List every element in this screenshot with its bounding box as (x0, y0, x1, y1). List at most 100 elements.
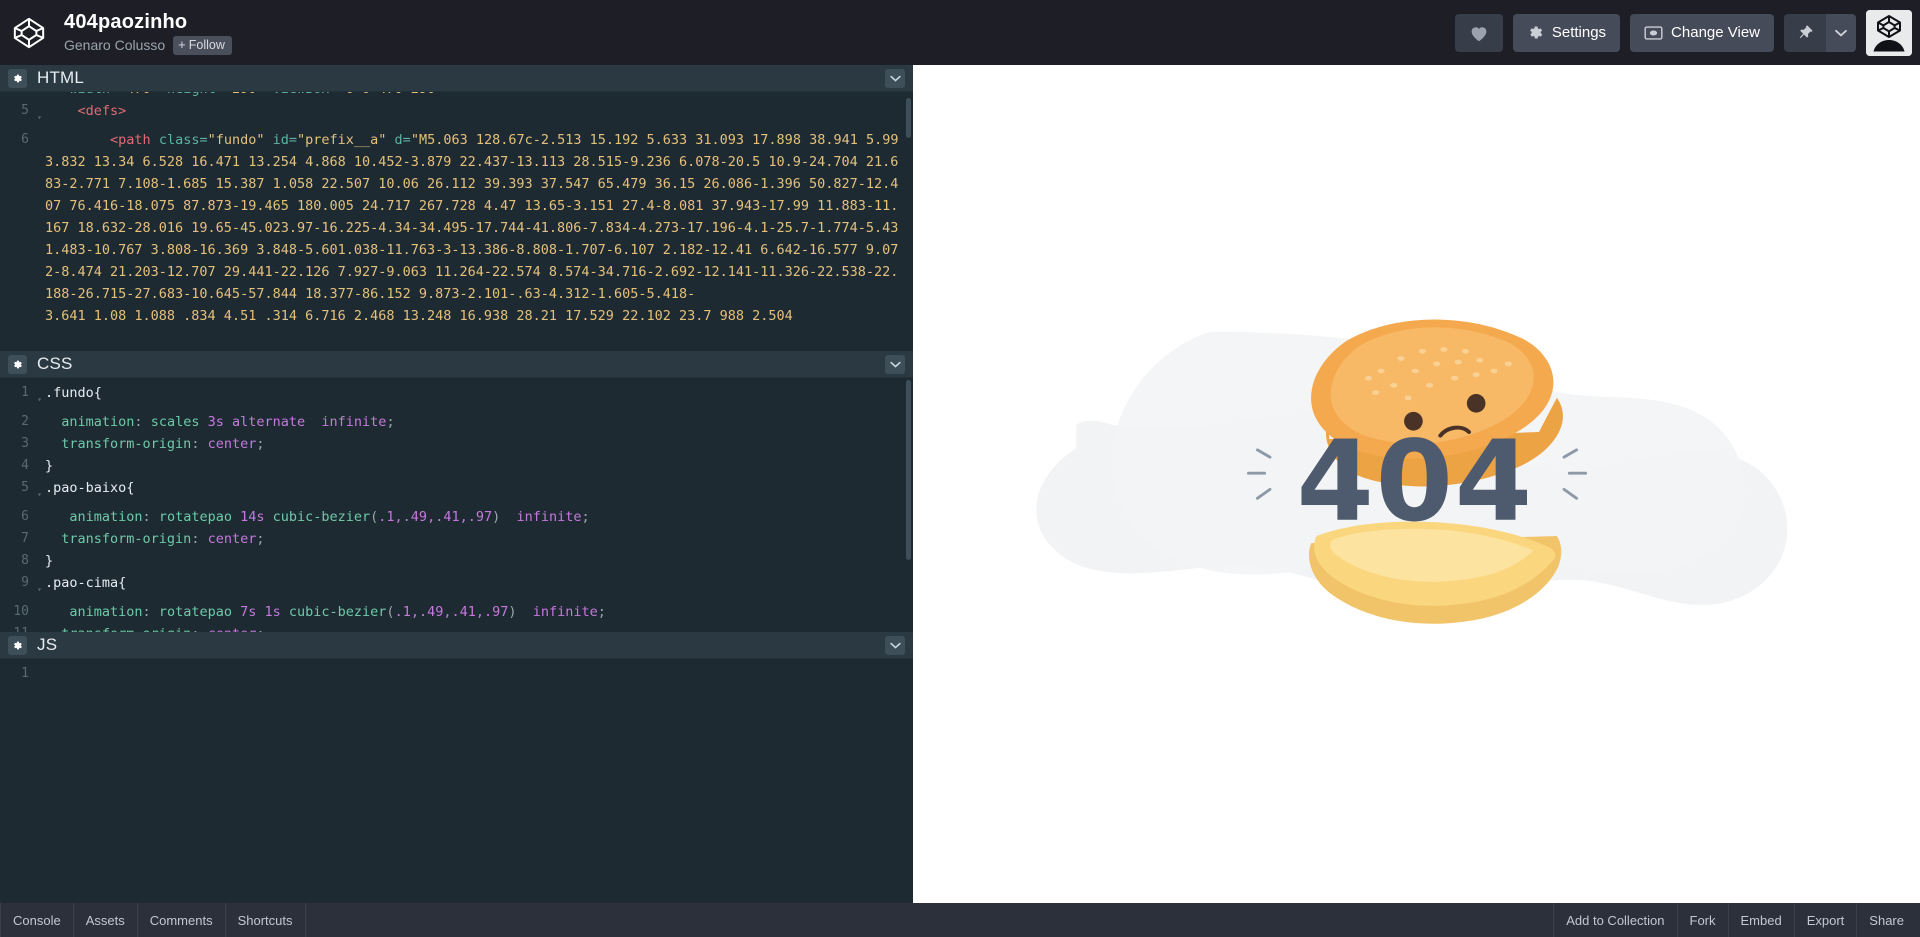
html-panel-header: HTML (0, 65, 913, 92)
js-collapse-button[interactable] (885, 636, 905, 655)
code-text: <path class="fundo" id="prefix__a" d="M5… (45, 129, 913, 305)
chevron-down-icon (1835, 29, 1847, 37)
code-text: transform-origin: center; (45, 433, 913, 455)
settings-button[interactable]: Settings (1513, 14, 1620, 52)
line-number: 6 (0, 129, 34, 151)
code-text: animation: rotatepao 7s 1s cubic-bezier(… (45, 601, 913, 623)
page-title: 404paozinho (64, 11, 232, 33)
html-code-area[interactable]: width="470" height="290" viewBox="0 0 47… (0, 92, 913, 351)
css-panel-title: CSS (37, 354, 73, 374)
bottom-bar-item-embed[interactable]: Embed (1728, 903, 1794, 937)
code-text: } (45, 550, 913, 572)
chevron-down-icon (890, 361, 901, 368)
pin-icon (1797, 24, 1814, 41)
line-number: 5 (0, 100, 34, 122)
js-panel: JS 1 (0, 632, 913, 903)
line-number: 8 (0, 550, 34, 572)
fold-toggle-icon[interactable]: ▾ (34, 100, 45, 129)
change-view-button[interactable]: Change View (1630, 14, 1774, 52)
html-scrollbar-thumb[interactable] (906, 98, 911, 138)
line-number: 7 (0, 528, 34, 550)
top-bar-actions: Settings Change View (1455, 10, 1920, 56)
pin-button[interactable] (1784, 14, 1826, 52)
fold-toggle-icon (34, 411, 45, 418)
fold-toggle-icon (34, 305, 45, 312)
avatar[interactable] (1866, 10, 1912, 56)
code-text: animation: scales 3s alternate infinite; (45, 411, 913, 433)
code-line: 10 animation: rotatepao 7s 1s cubic-bezi… (0, 601, 913, 623)
code-line: 3 transform-origin: center; (0, 433, 913, 455)
code-line: 2 animation: scales 3s alternate infinit… (0, 411, 913, 433)
css-scrollbar-thumb[interactable] (906, 380, 911, 560)
preview-pane[interactable]: 404 (913, 65, 1920, 903)
pen-meta: 404paozinho Genaro Colusso + Follow (64, 11, 232, 55)
code-text: .pao-cima{ (45, 572, 913, 594)
fold-toggle-icon (34, 433, 45, 440)
user-avatar-icon (1866, 10, 1912, 56)
fold-toggle-icon[interactable]: ▾ (34, 382, 45, 411)
codepen-logo-icon[interactable] (8, 12, 50, 54)
line-number: 1 (0, 382, 34, 404)
code-text: width="470" height="290" viewBox="0 0 47… (45, 92, 913, 100)
bottom-bar-item-console[interactable]: Console (0, 903, 74, 937)
code-line: 8} (0, 550, 913, 572)
fold-toggle-icon (34, 506, 45, 513)
line-number: 6 (0, 506, 34, 528)
fold-toggle-icon (34, 550, 45, 557)
bottom-bar-item-assets[interactable]: Assets (74, 903, 138, 937)
html-settings-gear-icon[interactable] (8, 69, 27, 88)
line-number: 1 (0, 663, 34, 685)
chevron-down-icon (890, 642, 901, 649)
fold-toggle-icon (34, 528, 45, 535)
code-text: 3.641 1.08 1.088 .834 4.51 .314 6.716 2.… (45, 305, 913, 327)
code-text: .pao-baixo{ (45, 477, 913, 499)
js-code-area[interactable]: 1 (0, 659, 913, 903)
fold-toggle-icon[interactable]: ▾ (34, 572, 45, 601)
code-line: 1 (0, 663, 913, 685)
line-number: 3 (0, 433, 34, 455)
line-number: 10 (0, 601, 34, 623)
code-line: 6 animation: rotatepao 14s cubic-bezier(… (0, 506, 913, 528)
code-line: 4} (0, 455, 913, 477)
css-panel: CSS 1▾.fundo{2 animation: scales 3s alte… (0, 351, 913, 632)
author-name[interactable]: Genaro Colusso (64, 37, 165, 53)
css-settings-gear-icon[interactable] (8, 355, 27, 374)
eye-view-icon (1644, 25, 1663, 41)
fold-toggle-icon (34, 601, 45, 608)
html-collapse-button[interactable] (885, 69, 905, 88)
fold-toggle-icon (34, 623, 45, 630)
css-collapse-button[interactable] (885, 355, 905, 374)
plus-icon: + (178, 38, 186, 51)
bottom-bar-item-shortcuts[interactable]: Shortcuts (226, 903, 306, 937)
bottom-bar-item-fork[interactable]: Fork (1677, 903, 1728, 937)
code-text: .fundo{ (45, 382, 913, 404)
code-line: 1▾.fundo{ (0, 382, 913, 411)
code-text: } (45, 455, 913, 477)
pin-dropdown-button[interactable] (1826, 14, 1856, 52)
html-panel: HTML width="470" height="290" viewBox="0… (0, 65, 913, 351)
follow-button[interactable]: + Follow (173, 36, 232, 55)
code-line: 7 transform-origin: center; (0, 528, 913, 550)
line-number: 2 (0, 411, 34, 433)
code-text: transform-origin: center; (45, 623, 913, 632)
pen-byline: Genaro Colusso + Follow (64, 36, 232, 55)
fold-toggle-icon[interactable]: ▾ (34, 477, 45, 506)
code-line: width="470" height="290" viewBox="0 0 47… (0, 92, 913, 100)
css-code-area[interactable]: 1▾.fundo{2 animation: scales 3s alternat… (0, 378, 913, 632)
bottom-bar-item-export[interactable]: Export (1794, 903, 1857, 937)
code-line: 5▾ <defs> (0, 100, 913, 129)
bottom-bar-item-comments[interactable]: Comments (138, 903, 226, 937)
settings-label: Settings (1552, 24, 1606, 41)
code-line: 5▾.pao-baixo{ (0, 477, 913, 506)
bottom-bar-item-add-to-collection[interactable]: Add to Collection (1553, 903, 1676, 937)
bottom-bar-item-share[interactable]: Share (1856, 903, 1920, 937)
js-settings-gear-icon[interactable] (8, 636, 27, 655)
love-button[interactable] (1455, 14, 1503, 52)
js-panel-header: JS (0, 632, 913, 659)
chevron-down-icon (890, 75, 901, 82)
line-number: 9 (0, 572, 34, 594)
fold-toggle-icon (34, 663, 45, 670)
line-number: 5 (0, 477, 34, 499)
top-bar: 404paozinho Genaro Colusso + Follow Sett… (0, 0, 1920, 65)
html-code-lines: width="470" height="290" viewBox="0 0 47… (0, 92, 913, 327)
